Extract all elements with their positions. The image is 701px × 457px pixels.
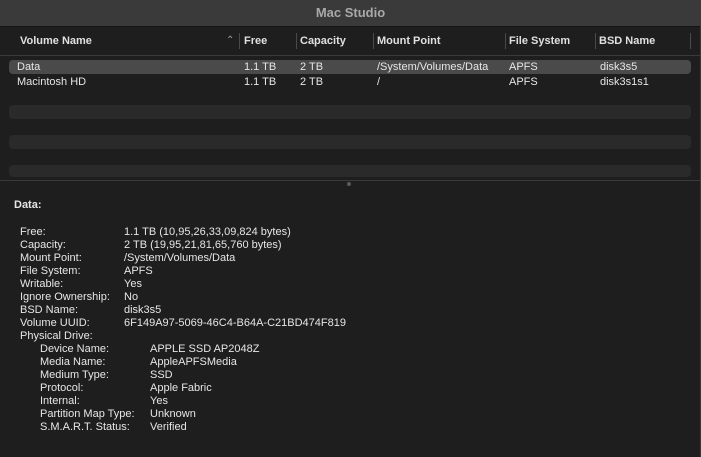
detail-pane: Data: Free: 1.1 TB (10,95,26,33,09,824 b… [0,187,701,457]
detail-value: disk3s5 [124,304,162,316]
detail-label: Ignore Ownership: [20,291,110,303]
window-title: Mac Studio [0,0,701,27]
drive-value: Apple Fabric [150,382,212,394]
cell-free: 1.1 TB [244,61,277,73]
drive-label: Internal: [40,395,80,407]
detail-value: 2 TB (19,95,21,81,65,760 bytes) [124,239,282,251]
detail-label: Capacity: [20,239,66,251]
detail-label: Writable: [20,278,64,290]
detail-label: BSD Name: [20,304,79,316]
column-header-volume-name[interactable]: Volume Name [16,27,226,55]
detail-value: 1.1 TB (10,95,26,33,09,824 bytes) [124,226,291,238]
cell-free: 1.1 TB [244,76,277,88]
pane-splitter[interactable] [0,180,701,187]
cell-bsd-name: disk3s5 [600,61,638,73]
drive-label: Media Name: [40,356,106,368]
detail-value: /System/Volumes/Data [124,252,236,264]
empty-row [9,165,691,177]
detail-value: APFS [124,265,153,277]
empty-row [9,135,691,149]
detail-value: No [124,291,139,303]
column-header-mount-point[interactable]: Mount Point [373,27,505,55]
drive-value: APPLE SSD AP2048Z [150,343,260,355]
cell-mount-point: /System/Volumes/Data [377,61,489,73]
column-header-file-system[interactable]: File System [505,27,595,55]
column-header-bsd-name[interactable]: BSD Name [595,27,690,55]
drive-value: Verified [150,421,187,433]
detail-label: Volume UUID: [20,317,90,329]
drive-label: S.M.A.R.T. Status: [40,421,130,433]
chevron-up-icon[interactable]: ⌃ [226,27,234,55]
cell-mount-point: / [377,76,381,88]
column-divider[interactable] [690,33,691,49]
drive-value: Unknown [150,408,196,420]
cell-file-system: APFS [509,61,538,73]
detail-value: 6F149A97-5069-46C4-B64A-C21BD474F819 [124,317,346,329]
cell-file-system: APFS [509,76,538,88]
table-row[interactable]: Macintosh HD 1.1 TB 2 TB / APFS disk3s1s… [9,75,691,89]
detail-title: Data: [14,199,42,211]
drive-label: Device Name: [40,343,110,355]
empty-row [9,105,691,119]
detail-label: Mount Point: [20,252,82,264]
table-row[interactable]: Data 1.1 TB 2 TB /System/Volumes/Data AP… [9,60,691,74]
cell-bsd-name: disk3s1s1 [600,76,649,88]
cell-capacity: 2 TB [300,76,324,88]
cell-volume-name: Macintosh HD [17,76,87,88]
cell-capacity: 2 TB [300,61,324,73]
detail-label: Physical Drive: [20,330,93,342]
table-header: Volume Name ⌃ Free Capacity Mount Point … [0,27,701,56]
detail-label: Free: [20,226,46,238]
detail-label: File System: [20,265,81,277]
detail-value: Yes [124,278,142,290]
column-header-capacity[interactable]: Capacity [296,27,373,55]
drive-value: SSD [150,369,173,381]
drive-label: Medium Type: [40,369,109,381]
splitter-handle[interactable] [347,182,351,186]
cell-volume-name: Data [17,61,41,73]
drive-value: AppleAPFSMedia [150,356,237,368]
column-header-free[interactable]: Free [240,27,296,55]
drive-label: Protocol: [40,382,84,394]
drive-value: Yes [150,395,168,407]
drive-label: Partition Map Type: [40,408,135,420]
